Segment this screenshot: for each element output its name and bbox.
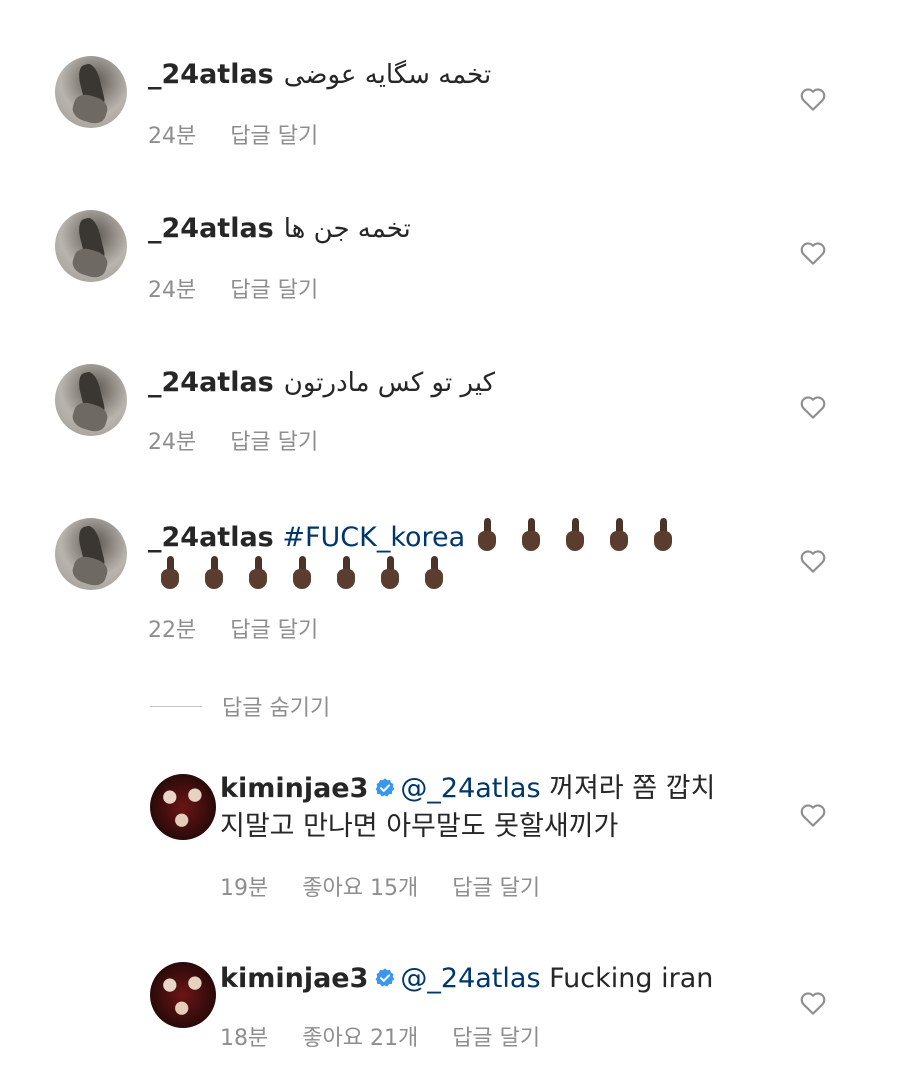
heart-icon[interactable] xyxy=(798,546,828,576)
emoji-group xyxy=(148,556,456,591)
avatar[interactable] xyxy=(150,962,216,1028)
middle-finger-emoji-icon xyxy=(521,518,541,552)
comment-text-line: _24atlas تخمه جن ها xyxy=(148,212,411,246)
timestamp: 22분 xyxy=(148,618,197,643)
likes-count[interactable]: 좋아요 21개 xyxy=(302,1026,418,1051)
middle-finger-emoji-icon xyxy=(653,518,673,552)
timestamp: 19분 xyxy=(220,876,269,901)
heart-icon[interactable] xyxy=(798,800,828,830)
username-link[interactable]: _24atlas xyxy=(148,367,274,398)
comment-meta: 24분 답글 달기 xyxy=(148,424,352,456)
comment-meta: 22분 답글 달기 xyxy=(148,612,352,644)
avatar[interactable] xyxy=(55,518,127,590)
reply-button[interactable]: 답글 달기 xyxy=(230,278,318,303)
verified-badge-icon xyxy=(374,964,396,987)
username-link[interactable]: kiminjae3 xyxy=(220,773,368,804)
reply-text-line: kiminjae3 @_24atlas Fucking iran xyxy=(220,962,713,996)
heart-icon[interactable] xyxy=(798,392,828,422)
emoji-group xyxy=(465,518,685,553)
comment-text-line: _24atlas کیر تو کس مادرتون xyxy=(148,366,495,400)
timestamp: 18분 xyxy=(220,1026,269,1051)
timestamp: 24분 xyxy=(148,430,197,455)
reply-button[interactable]: 답글 달기 xyxy=(452,1026,540,1051)
middle-finger-emoji-icon xyxy=(292,556,312,590)
comment-text-line: _24atlas #FUCK_korea xyxy=(148,518,685,555)
likes-count[interactable]: 좋아요 15개 xyxy=(302,876,418,901)
divider xyxy=(150,706,202,707)
comment-text-line xyxy=(148,556,456,593)
reply-text: 꺼져라 쫌 깝치 xyxy=(549,773,716,804)
verified-badge-icon xyxy=(374,774,396,797)
reply-meta: 19분 좋아요 15개 답글 달기 xyxy=(220,870,574,902)
reply-text: 지말고 만나면 아무말도 못할새끼가 xyxy=(220,811,619,842)
mention-link[interactable]: @_24atlas xyxy=(400,773,540,804)
middle-finger-emoji-icon xyxy=(477,518,497,552)
mention-link[interactable]: @_24atlas xyxy=(400,963,540,994)
comment-text: کیر تو کس مادرتون xyxy=(283,368,496,398)
username-link[interactable]: kiminjae3 xyxy=(220,963,368,994)
heart-icon[interactable] xyxy=(798,238,828,268)
middle-finger-emoji-icon xyxy=(380,556,400,590)
middle-finger-emoji-icon xyxy=(336,556,356,590)
comment-meta: 24분 답글 달기 xyxy=(148,272,352,304)
heart-icon[interactable] xyxy=(798,84,828,114)
reply-text: Fucking iran xyxy=(549,963,714,994)
reply-meta: 18분 좋아요 21개 답글 달기 xyxy=(220,1020,574,1052)
middle-finger-emoji-icon xyxy=(248,556,268,590)
comment-meta: 24분 답글 달기 xyxy=(148,118,352,150)
middle-finger-emoji-icon xyxy=(204,556,224,590)
reply-button[interactable]: 답글 달기 xyxy=(230,124,318,149)
avatar[interactable] xyxy=(55,364,127,436)
reply-button[interactable]: 답글 달기 xyxy=(230,618,318,643)
username-link[interactable]: _24atlas xyxy=(148,59,274,90)
reply-text-line: kiminjae3 @_24atlas 꺼져라 쫌 깝치 xyxy=(220,772,715,806)
avatar[interactable] xyxy=(55,210,127,282)
hashtag-link[interactable]: #FUCK_korea xyxy=(282,522,465,553)
hide-replies-label[interactable]: 답글 숨기기 xyxy=(222,690,330,722)
middle-finger-emoji-icon xyxy=(609,518,629,552)
timestamp: 24분 xyxy=(148,278,197,303)
heart-icon[interactable] xyxy=(798,988,828,1018)
comment-text: تخمه جن ها xyxy=(283,214,411,244)
comment-text: تخمه سگایه عوضی xyxy=(283,60,492,90)
comment-text-line: _24atlas تخمه سگایه عوضی xyxy=(148,58,491,92)
reply-button[interactable]: 답글 달기 xyxy=(452,876,540,901)
middle-finger-emoji-icon xyxy=(160,556,180,590)
reply-text-line: 지말고 만나면 아무말도 못할새끼가 xyxy=(220,810,618,844)
middle-finger-emoji-icon xyxy=(565,518,585,552)
timestamp: 24분 xyxy=(148,124,197,149)
reply-button[interactable]: 답글 달기 xyxy=(230,430,318,455)
avatar[interactable] xyxy=(55,56,127,128)
comments-thread: _24atlas تخمه سگایه عوضی 24분 답글 달기 _24atla… xyxy=(0,0,900,1072)
avatar[interactable] xyxy=(150,774,216,840)
username-link[interactable]: _24atlas xyxy=(148,522,274,553)
middle-finger-emoji-icon xyxy=(424,556,444,590)
username-link[interactable]: _24atlas xyxy=(148,213,274,244)
